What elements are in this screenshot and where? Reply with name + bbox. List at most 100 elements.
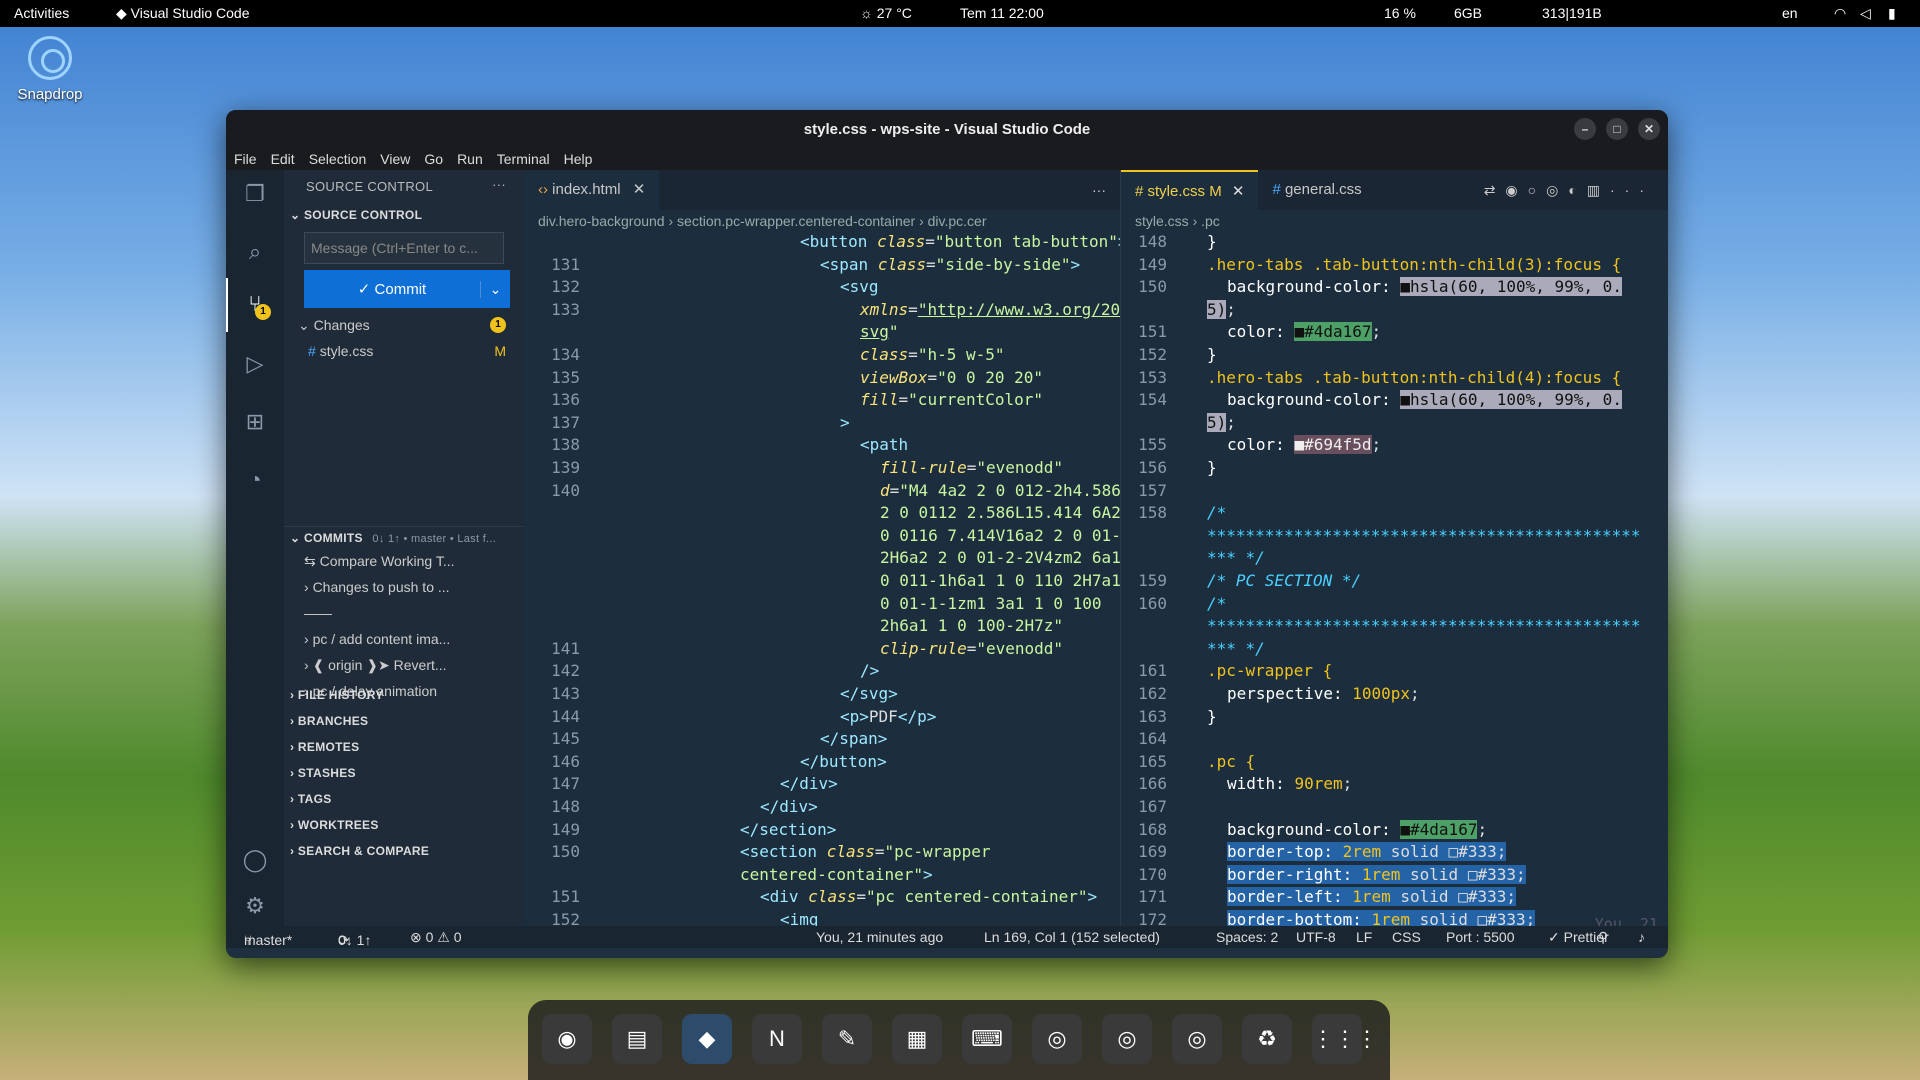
commit-dropdown-icon[interactable]: ⌄ xyxy=(480,280,510,298)
commits-section-header[interactable]: ⌄ COMMITS 0↓ 1↑ • master • Last f... xyxy=(284,526,524,548)
indentation[interactable]: Spaces: 2 xyxy=(1216,929,1278,945)
menu-item-file[interactable]: File xyxy=(234,151,257,167)
breadcrumb-item[interactable]: › div.pc.cer xyxy=(915,213,986,229)
line-number: 166 xyxy=(1138,774,1167,794)
desktop-icon-snapdrop[interactable]: Snapdrop xyxy=(10,36,90,103)
battery-icon[interactable]: ▮ xyxy=(1888,5,1896,22)
commit-item[interactable]: › pc / add content ima... xyxy=(284,626,524,652)
menu-item-edit[interactable]: Edit xyxy=(271,151,295,167)
panel-tags[interactable]: › TAGS xyxy=(284,786,524,812)
more-actions-icon[interactable]: ··· xyxy=(1092,182,1106,198)
code-line: </button> xyxy=(800,751,887,771)
breadcrumb-item[interactable]: div.hero-background xyxy=(538,213,665,229)
commit-button[interactable]: ✓ Commit ⌄ xyxy=(304,270,510,308)
editor-actions[interactable]: ⇄◉○◎◐▥··· xyxy=(1484,182,1654,199)
line-number: 168 xyxy=(1138,819,1167,839)
breadcrumb-item[interactable]: › .pc xyxy=(1189,213,1220,229)
wifi-icon[interactable]: ◠ xyxy=(1834,5,1846,22)
tab-style-css[interactable]: # style.css M ✕ xyxy=(1121,170,1259,210)
disk-icon[interactable]: ◎ xyxy=(1032,1014,1082,1064)
breadcrumb-item[interactable]: style.css xyxy=(1135,213,1189,229)
account-icon[interactable]: ⚲ xyxy=(1598,929,1608,946)
explorer-icon[interactable]: ❐ xyxy=(241,180,269,208)
blame-status[interactable]: You, 21 minutes ago xyxy=(816,929,943,945)
cpu-indicator[interactable]: 16 % xyxy=(1384,5,1416,21)
menu-item-help[interactable]: Help xyxy=(564,151,593,167)
disk-icon[interactable]: ◎ xyxy=(1102,1014,1152,1064)
breadcrumb-item[interactable]: › section.pc-wrapper.centered-container xyxy=(665,213,915,229)
search-icon[interactable]: ⌕ xyxy=(241,238,269,266)
activity-bar: ❐ ⌕ ⑂ 1 ▷ ⊞ ◔ ◯ ⚙ xyxy=(226,170,284,926)
code-line: } xyxy=(1207,345,1217,364)
notifications-bell-icon[interactable]: ♪ xyxy=(1638,929,1645,945)
encoding[interactable]: UTF-8 xyxy=(1296,929,1336,945)
close-button[interactable]: ✕ xyxy=(1638,118,1660,140)
end-of-line[interactable]: LF xyxy=(1356,929,1372,945)
settings-gear-icon[interactable]: ⚙ xyxy=(241,892,269,920)
keyboard-icon[interactable]: ⌨ xyxy=(962,1014,1012,1064)
trash-icon[interactable]: ♻ xyxy=(1242,1014,1292,1064)
menu-item-selection[interactable]: Selection xyxy=(309,151,367,167)
files-icon[interactable]: ▤ xyxy=(612,1014,662,1064)
clock[interactable]: Tem 11 22:00 xyxy=(960,5,1044,21)
panel-search-compare[interactable]: › SEARCH & COMPARE xyxy=(284,838,524,864)
code-line: </svg> xyxy=(840,684,898,703)
menu-item-view[interactable]: View xyxy=(380,151,410,167)
commit-item[interactable]: ⇆ Compare Working T... xyxy=(284,548,524,574)
commit-message-input[interactable]: Message (Ctrl+Enter to c... xyxy=(304,232,504,264)
tab-general-css[interactable]: # general.css xyxy=(1258,170,1375,210)
live-server-port[interactable]: Port : 5500 xyxy=(1446,929,1515,945)
activities-button[interactable]: Activities xyxy=(14,5,69,21)
commit-label: ✓ Commit xyxy=(357,281,427,298)
panel-file-history[interactable]: › FILE HISTORY xyxy=(284,682,524,708)
cursor-position[interactable]: Ln 169, Col 1 (152 selected) xyxy=(984,929,1160,945)
maximize-button[interactable]: □ xyxy=(1606,118,1628,140)
menu-item-run[interactable]: Run xyxy=(457,151,483,167)
vscode-icon[interactable]: ◆ xyxy=(682,1014,732,1064)
minimize-button[interactable]: – xyxy=(1574,118,1596,140)
commit-item[interactable]: › Changes to push to ... xyxy=(284,574,524,600)
code-line: color: ■#4da167; xyxy=(1227,322,1382,342)
memory-indicator[interactable]: 6GB xyxy=(1454,5,1482,21)
panel-stashes[interactable]: › STASHES xyxy=(284,760,524,786)
menu-item-go[interactable]: Go xyxy=(424,151,443,167)
chrome-icon[interactable]: ◉ xyxy=(542,1014,592,1064)
problems-indicator[interactable]: ⊗ 0 ⚠ 0 xyxy=(410,929,462,946)
code-view-html[interactable]: <button class="button tab-button"> 131 <sp… xyxy=(524,232,1120,926)
apps-grid-icon[interactable]: ⋮⋮⋮ xyxy=(1312,1014,1378,1064)
chevron-right-icon: › xyxy=(304,579,313,595)
account-icon[interactable]: ◯ xyxy=(241,846,269,874)
close-tab-icon[interactable]: ✕ xyxy=(1232,183,1245,200)
menu-item-terminal[interactable]: Terminal xyxy=(497,151,550,167)
network-indicator[interactable]: 313|191B xyxy=(1542,5,1602,21)
source-control-section[interactable]: ⌄ SOURCE CONTROL xyxy=(284,204,524,226)
disk-icon[interactable]: ◎ xyxy=(1172,1014,1222,1064)
archive-icon[interactable]: ▦ xyxy=(892,1014,942,1064)
changes-group[interactable]: ⌄ Changes 1 xyxy=(284,312,524,338)
close-tab-icon[interactable]: ✕ xyxy=(633,181,646,198)
more-actions-icon[interactable]: ··· xyxy=(492,168,506,202)
run-debug-icon[interactable]: ▷ xyxy=(241,350,269,378)
app-indicator[interactable]: ◆ Visual Studio Code xyxy=(116,5,249,22)
code-line: color: ■#694f5d; xyxy=(1227,435,1382,455)
notion-icon[interactable]: N xyxy=(752,1014,802,1064)
code-line: /* xyxy=(1207,593,1227,613)
extensions-icon[interactable]: ⊞ xyxy=(241,408,269,436)
code-view-css[interactable]: 148} 149 .hero-tabs .tab-button:nth-child(… xyxy=(1121,232,1668,926)
commit-item[interactable]: › ❰ origin ❱➤ Revert... xyxy=(284,652,524,678)
changed-file-item[interactable]: # style.css M xyxy=(284,338,524,364)
language-mode[interactable]: CSS xyxy=(1392,929,1421,945)
panel-branches[interactable]: › BRANCHES xyxy=(284,708,524,734)
commit-item[interactable]: —— xyxy=(284,600,524,626)
panel-remotes[interactable]: › REMOTES xyxy=(284,734,524,760)
weather-indicator[interactable]: ☼ 27 °C xyxy=(860,5,912,21)
text-editor-icon[interactable]: ✎ xyxy=(822,1014,872,1064)
source-control-icon[interactable]: ⑂ 1 xyxy=(241,290,271,320)
tab-index-html[interactable]: ‹› index.html ✕ xyxy=(524,170,660,210)
code-line: <section class="pc-wrapper xyxy=(740,842,991,862)
language-indicator[interactable]: en xyxy=(1782,5,1798,21)
code-line: border-bottom: 1rem solid □#333; xyxy=(1227,910,1536,926)
panel-worktrees[interactable]: › WORKTREES xyxy=(284,812,524,838)
volume-icon[interactable]: ◁ xyxy=(1860,5,1871,22)
gitlens-icon[interactable]: ◔ xyxy=(241,466,269,494)
